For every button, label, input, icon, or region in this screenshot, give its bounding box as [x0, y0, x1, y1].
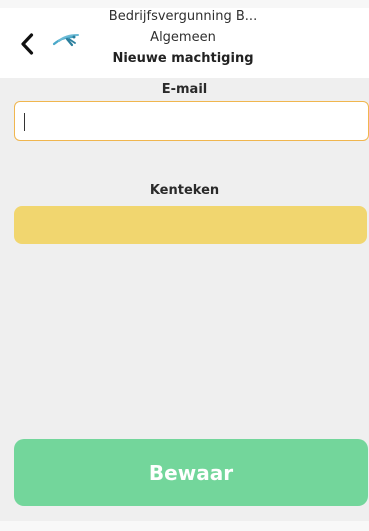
- chevron-left-icon: [21, 33, 34, 55]
- email-label: E-mail: [161, 82, 208, 97]
- app-screen: Bedrijfsvergunning B... Algemeen Nieuwe …: [0, 0, 369, 531]
- permit-title: Bedrijfsvergunning B...: [108, 9, 258, 24]
- section-subtitle: Algemeen: [150, 30, 216, 45]
- text-cursor: [24, 113, 25, 131]
- top-header: Bedrijfsvergunning B... Algemeen Nieuwe …: [0, 8, 369, 78]
- email-field[interactable]: [14, 101, 369, 141]
- top-spacer: [0, 0, 369, 8]
- kenteken-field[interactable]: [14, 206, 367, 244]
- bottom-spacer: [0, 521, 369, 531]
- bird-logo-icon: [52, 31, 82, 51]
- back-button[interactable]: [16, 30, 38, 58]
- page-title: Nieuwe machtiging: [112, 51, 254, 66]
- save-button[interactable]: Bewaar: [14, 439, 368, 506]
- header-text: Bedrijfsvergunning B... Algemeen Nieuwe …: [88, 8, 278, 68]
- form-content: E-mail Kenteken Bewaar: [0, 78, 369, 521]
- kenteken-label: Kenteken: [149, 183, 220, 198]
